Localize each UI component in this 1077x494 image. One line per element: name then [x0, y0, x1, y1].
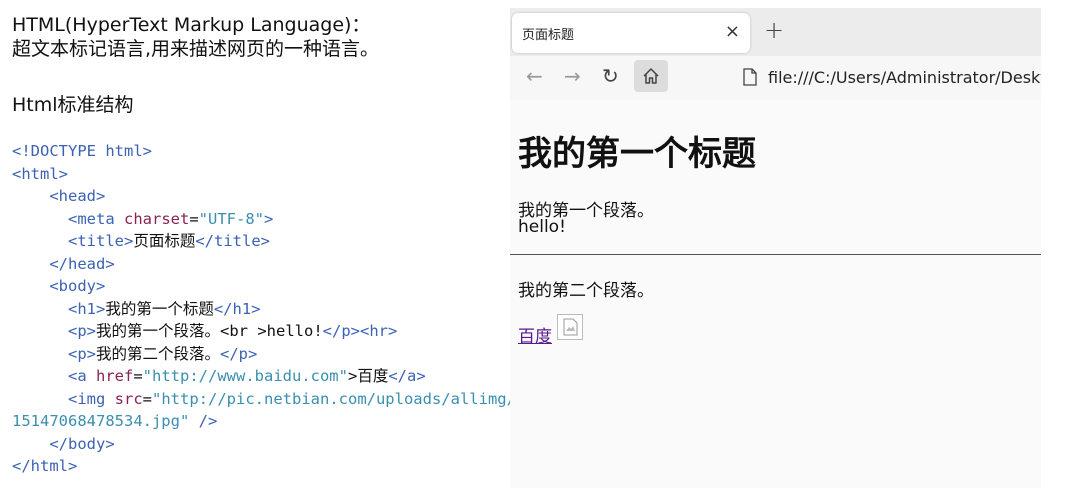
code-token: = — [189, 209, 199, 228]
code-token: 我的第一个标题 — [105, 299, 214, 318]
code-token: <a — [68, 367, 96, 385]
code-token: charset — [124, 209, 190, 228]
tab-title: 页面标题 — [522, 28, 575, 43]
code-token: src — [114, 389, 143, 408]
page-heading: 我的第一个标题 — [518, 134, 756, 174]
tab-active[interactable]: 页面标题 × — [512, 13, 750, 53]
code-token: <p> — [68, 344, 96, 363]
code-token: href — [96, 367, 134, 385]
file-icon — [743, 68, 757, 86]
code-token: > — [264, 209, 274, 228]
code-token: </body> — [49, 434, 115, 453]
code-token: </p> — [220, 344, 258, 363]
intro-line-1: HTML(HyperText Markup Language)： — [12, 14, 371, 36]
code-token: >百度 — [347, 367, 389, 385]
code-token: <head> — [49, 187, 106, 205]
new-tab-button[interactable]: + — [764, 16, 784, 44]
code-token: 15147068478534.jpg" — [12, 412, 190, 430]
code-token: = — [142, 389, 153, 408]
reload-icon[interactable]: ↻ — [602, 64, 619, 88]
close-icon[interactable]: × — [725, 21, 740, 42]
forward-arrow-icon[interactable]: → — [564, 64, 581, 88]
code-token: "UTF-8" — [198, 209, 264, 228]
code-token: 我的第一个段落。<br >hello! — [96, 322, 323, 340]
horizontal-rule — [510, 254, 1041, 255]
back-arrow-icon[interactable]: ← — [526, 64, 543, 88]
code-token: <body> — [49, 277, 106, 295]
code-token: </html> — [12, 457, 78, 475]
code-token: </a> — [388, 367, 426, 385]
code-token: <title> — [68, 232, 134, 250]
address-bar[interactable]: file:///C:/Users/Administrator/Desktop — [768, 68, 1041, 87]
broken-image-icon — [557, 314, 583, 340]
page-content: 我的第一个标题 我的第一个段落。 hello! 我的第二个段落。 百度 — [510, 100, 1041, 488]
section-title: Html标准结构 — [12, 94, 134, 116]
home-icon — [643, 68, 659, 84]
paragraph-1-hello: hello! — [518, 217, 566, 237]
intro-text: HTML(HyperText Markup Language)： 超文本标记语言… — [12, 13, 379, 61]
intro-line-2: 超文本标记语言,用来描述网页的一种语言。 — [12, 38, 380, 60]
tab-bar: 页面标题 × + — [510, 8, 1041, 56]
navigation-toolbar: ← → ↻ file:///C:/Users/Administrator/Des… — [510, 56, 1041, 100]
code-token: </title> — [195, 232, 270, 250]
baidu-link[interactable]: 百度 — [518, 322, 552, 347]
code-token: <html> — [12, 164, 68, 183]
code-token: "http://www.baidu.com" — [142, 367, 348, 385]
code-token: 页面标题 — [133, 232, 196, 250]
code-token: </p><hr> — [322, 322, 398, 340]
code-token: </h1> — [213, 299, 261, 318]
code-token: 我的第二个段落。 — [96, 344, 221, 363]
code-token: <h1> — [68, 299, 106, 318]
code-token: </head> — [49, 254, 115, 273]
code-token: <img — [68, 389, 115, 408]
code-token: <meta — [68, 209, 124, 228]
paragraph-2: 我的第二个段落。 — [518, 281, 654, 301]
browser-window: 页面标题 × + ← → ↻ file:///C:/Users/Administ… — [510, 8, 1041, 488]
home-button[interactable] — [634, 60, 668, 92]
code-token: = — [133, 367, 143, 385]
code-token: <p> — [68, 322, 96, 340]
code-token: /> — [198, 412, 218, 430]
code-token: <!DOCTYPE html> — [12, 142, 152, 160]
